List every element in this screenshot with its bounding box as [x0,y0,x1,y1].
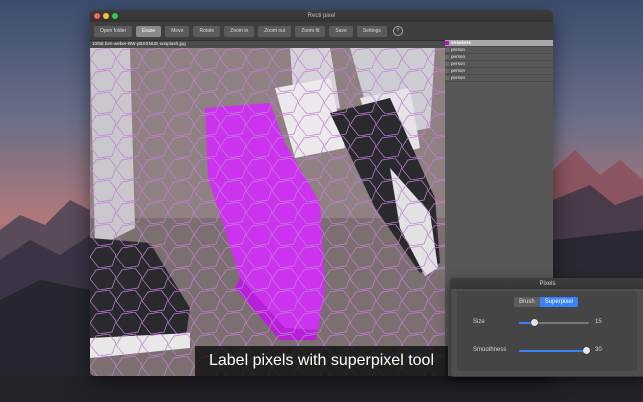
label-color-swatch [445,62,449,66]
label-item[interactable]: person [445,75,553,82]
settings-button[interactable]: Settings [356,25,387,37]
zoom-window-button[interactable] [112,13,118,19]
label-name: person [451,54,466,59]
caption-banner: Label pixels with superpixel tool [195,346,448,376]
smoothness-slider-fill [519,350,587,352]
size-label: Size [473,319,485,325]
zoom-in-button[interactable]: Zoom in [224,25,255,37]
label-item[interactable]: person [445,47,553,54]
label-item[interactable]: person [445,54,553,61]
size-slider[interactable] [519,319,589,326]
smoothness-slider[interactable] [519,347,590,354]
label-item[interactable]: sneakers [445,40,553,47]
rotate-button[interactable]: Rotate [193,25,221,37]
mode-segmented-control: Brush Superpixel [514,297,579,307]
close-window-button[interactable] [94,13,100,19]
toolbar: Open folder Erase Move Rotate Zoom in Zo… [90,22,553,41]
help-icon[interactable]: ? [392,26,403,36]
open-folder-button[interactable]: Open folder [94,25,133,37]
superpixel-mode-button[interactable]: Superpixel [539,297,579,307]
move-button[interactable]: Move [165,25,190,37]
erase-button[interactable]: Erase [136,25,162,37]
label-color-swatch [445,48,449,52]
label-name: person [451,68,466,73]
size-slider-knob[interactable] [530,319,538,326]
window-title: Recti pixel [307,13,336,19]
label-color-swatch [445,55,449,59]
brush-mode-button[interactable]: Brush [514,297,540,307]
zoom-fit-button[interactable]: Zoom fit [295,25,326,37]
label-color-swatch [445,76,449,80]
pixels-panel-title: Pixels [451,279,643,289]
label-item[interactable]: person [445,68,553,75]
label-color-swatch [445,69,449,73]
size-value: 15 [595,319,602,325]
photo-sneakers [90,48,445,376]
smoothness-label: Smoothness [473,347,507,353]
label-name: person [451,47,466,52]
save-button[interactable]: Save [329,25,353,37]
image-filename: 10/58 ben-weber-BW-pBSSNUE-unsplash.jpg [92,41,186,46]
label-name: sneakers [451,40,471,45]
minimize-window-button[interactable] [103,13,109,19]
smoothness-value: 30 [595,347,602,353]
zoom-out-button[interactable]: Zoom out [258,25,292,37]
label-name: person [451,61,466,66]
label-color-swatch [445,41,449,45]
image-canvas[interactable] [90,48,445,376]
smoothness-slider-knob[interactable] [582,347,590,354]
title-bar: Recti pixel [90,10,553,22]
pixels-panel: Pixels Brush Superpixel Size 15 Smoothne… [450,278,643,377]
label-name: person [451,75,466,80]
label-item[interactable]: person [445,61,553,68]
